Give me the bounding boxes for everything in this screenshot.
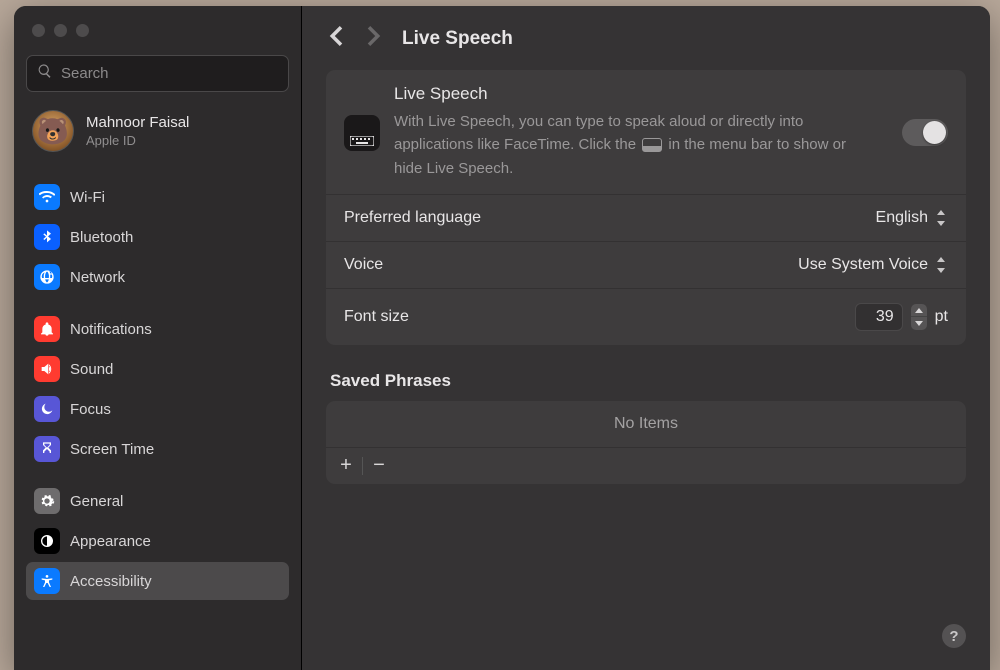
avatar: [32, 110, 74, 152]
control-separator: [362, 457, 363, 475]
sidebar-group-network: Wi-Fi Bluetooth Network: [26, 178, 289, 296]
titlebar: Live Speech: [302, 6, 990, 70]
network-icon: [34, 264, 60, 290]
remove-phrase-button[interactable]: −: [367, 454, 391, 478]
stepper-up[interactable]: [911, 304, 927, 318]
help-button[interactable]: ?: [942, 624, 966, 648]
feature-toggle-row: Live Speech With Live Speech, you can ty…: [326, 70, 966, 195]
sidebar-item-label: Screen Time: [70, 441, 154, 458]
sidebar-item-label: Accessibility: [70, 573, 152, 590]
sidebar-group-system: General Appearance Accessibility: [26, 482, 289, 600]
search-input[interactable]: [61, 65, 278, 82]
sidebar-item-bluetooth[interactable]: Bluetooth: [26, 218, 289, 256]
preferred-language-value[interactable]: English: [876, 209, 948, 227]
sidebar-item-label: Wi-Fi: [70, 189, 105, 206]
wifi-icon: [34, 184, 60, 210]
saved-phrases-empty: No Items: [326, 401, 966, 448]
bluetooth-icon: [34, 224, 60, 250]
sidebar-item-accessibility[interactable]: Accessibility: [26, 562, 289, 600]
accessibility-icon: [34, 568, 60, 594]
nav-forward-button[interactable]: [364, 26, 384, 52]
saved-phrases-section: Saved Phrases No Items + −: [326, 371, 966, 484]
sidebar-item-label: Notifications: [70, 321, 152, 338]
feature-description: With Live Speech, you can type to speak …: [394, 110, 876, 180]
sidebar-item-label: Sound: [70, 361, 113, 378]
sidebar-item-screentime[interactable]: Screen Time: [26, 430, 289, 468]
chevrons-updown-icon: [934, 209, 948, 227]
saved-phrases-card: No Items + −: [326, 401, 966, 484]
feature-title: Live Speech: [394, 84, 876, 104]
live-speech-card: Live Speech With Live Speech, you can ty…: [326, 70, 966, 345]
nav-back-button[interactable]: [326, 26, 346, 52]
hourglass-icon: [34, 436, 60, 462]
gear-icon: [34, 488, 60, 514]
sidebar-group-attention: Notifications Sound Focus Screen Time: [26, 310, 289, 468]
main-panel: Live Speech Live Speech With Live Speech…: [302, 6, 990, 670]
sidebar-item-focus[interactable]: Focus: [26, 390, 289, 428]
font-size-stepper[interactable]: [911, 304, 927, 330]
page-title: Live Speech: [402, 28, 513, 50]
keyboard-icon: [344, 115, 380, 151]
voice-label: Voice: [344, 256, 383, 274]
moon-icon: [34, 396, 60, 422]
profile-name: Mahnoor Faisal: [86, 114, 189, 131]
chevrons-updown-icon: [934, 256, 948, 274]
content-area: Live Speech With Live Speech, you can ty…: [302, 70, 990, 508]
stepper-down[interactable]: [911, 317, 927, 330]
bell-icon: [34, 316, 60, 342]
sidebar-item-label: Appearance: [70, 533, 151, 550]
search-icon: [37, 63, 53, 84]
preferred-language-row[interactable]: Preferred language English: [326, 195, 966, 242]
sidebar-item-label: Network: [70, 269, 125, 286]
sidebar-item-appearance[interactable]: Appearance: [26, 522, 289, 560]
settings-window: Mahnoor Faisal Apple ID Wi-Fi Bluetooth: [14, 6, 990, 670]
search-field[interactable]: [26, 55, 289, 92]
font-size-input[interactable]: [855, 303, 903, 331]
saved-phrases-controls: + −: [326, 448, 966, 484]
sidebar-item-label: Bluetooth: [70, 229, 133, 246]
voice-row[interactable]: Voice Use System Voice: [326, 242, 966, 289]
sidebar-item-general[interactable]: General: [26, 482, 289, 520]
sidebar-item-label: General: [70, 493, 123, 510]
saved-phrases-title: Saved Phrases: [326, 371, 966, 391]
sidebar-item-network[interactable]: Network: [26, 258, 289, 296]
fullscreen-window-button[interactable]: [76, 24, 89, 37]
sidebar: Mahnoor Faisal Apple ID Wi-Fi Bluetooth: [14, 6, 302, 670]
close-window-button[interactable]: [32, 24, 45, 37]
voice-value[interactable]: Use System Voice: [798, 256, 948, 274]
appearance-icon: [34, 528, 60, 554]
sidebar-item-label: Focus: [70, 401, 111, 418]
profile-sub: Apple ID: [86, 133, 189, 148]
font-size-label: Font size: [344, 308, 409, 326]
window-controls: [26, 20, 289, 47]
preferred-language-label: Preferred language: [344, 209, 481, 227]
sidebar-item-sound[interactable]: Sound: [26, 350, 289, 388]
minimize-window-button[interactable]: [54, 24, 67, 37]
sidebar-item-notifications[interactable]: Notifications: [26, 310, 289, 348]
sidebar-item-wifi[interactable]: Wi-Fi: [26, 178, 289, 216]
menubar-livespeech-icon: [642, 138, 662, 152]
apple-id-row[interactable]: Mahnoor Faisal Apple ID: [26, 100, 289, 164]
add-phrase-button[interactable]: +: [334, 454, 358, 478]
toggle-knob: [923, 121, 946, 144]
font-size-unit: pt: [935, 308, 948, 326]
live-speech-toggle[interactable]: [902, 119, 948, 146]
font-size-row: Font size pt: [326, 289, 966, 345]
speaker-icon: [34, 356, 60, 382]
